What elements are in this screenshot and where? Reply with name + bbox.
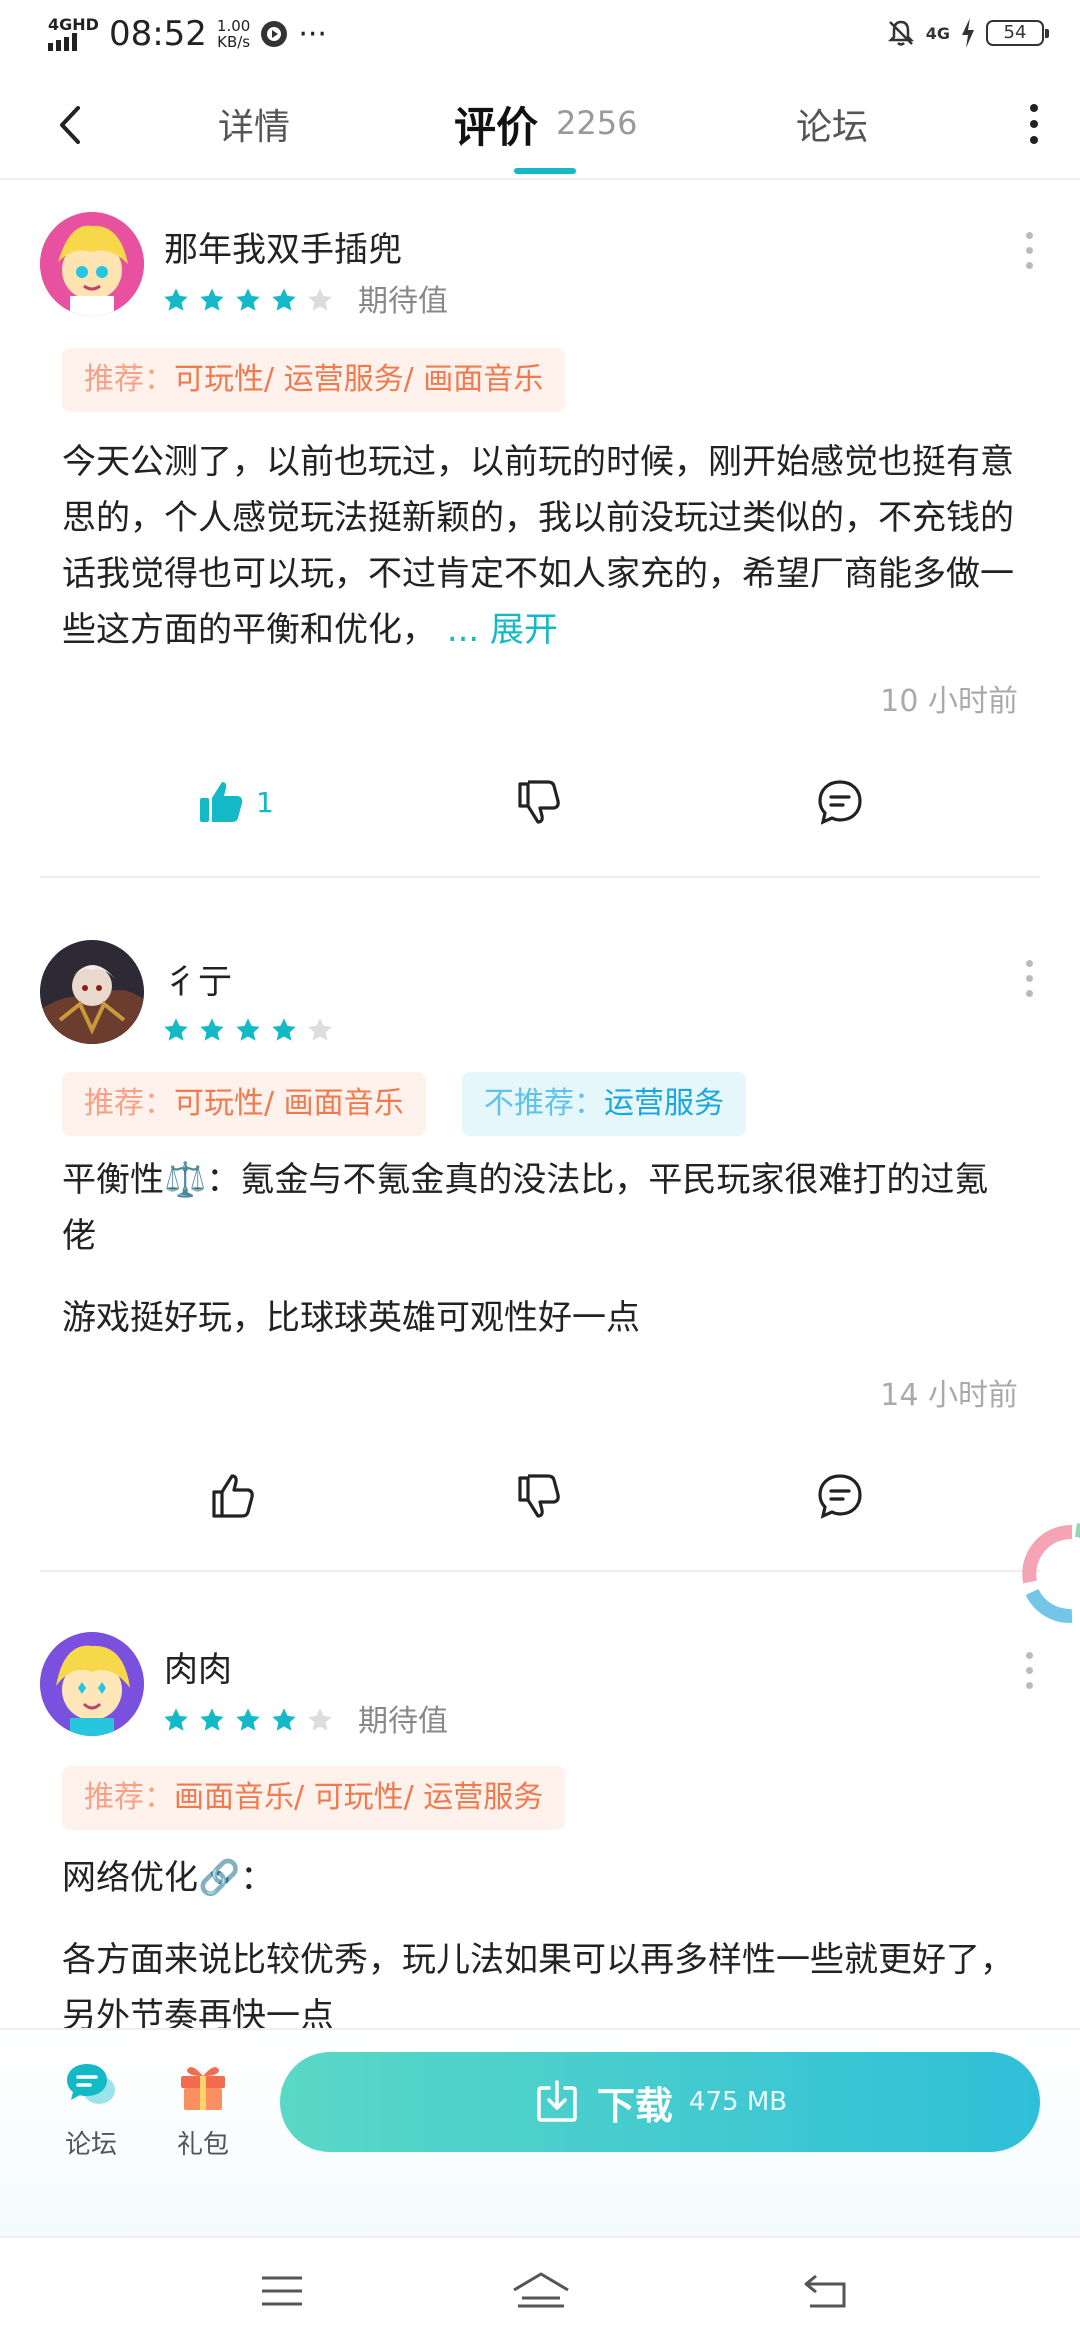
comment-bubble-icon — [818, 1474, 862, 1519]
like-button[interactable] — [208, 1466, 260, 1526]
more-vertical-icon[interactable] — [1028, 104, 1040, 148]
rating-stars — [162, 1016, 334, 1044]
comment-bubble-icon — [818, 780, 862, 825]
review-count: 2256 — [556, 104, 638, 142]
thumbs-up-icon — [212, 1474, 254, 1518]
username[interactable]: 那年我双手插兜 — [164, 222, 402, 271]
charging-bolt-icon — [962, 18, 974, 48]
like-count: 1 — [256, 785, 274, 819]
rating-stars — [162, 1706, 334, 1734]
recommend-tag: 推荐：可玩性/ 运营服务/ 画面音乐 — [62, 348, 566, 412]
top-nav: 详情 评价 2256 论坛 — [0, 72, 1080, 180]
forum-chat-icon — [67, 2064, 115, 2104]
review-card: 肉肉 期待值 推荐：画面音乐/ 可玩性/ 运营服务 网络优化🔗： 各方面来说比较… — [0, 1570, 1080, 2028]
star-filled-icon — [236, 288, 260, 311]
forum-button[interactable]: 论坛 — [46, 2058, 136, 2161]
review-time: 14 小时前 — [880, 1378, 1018, 1413]
review-text-secondary: 游戏挺好玩，比球球英雄可观性好一点 — [62, 1298, 640, 1338]
download-button[interactable]: 下载 475 MB — [280, 2052, 1040, 2152]
back-arrow-icon[interactable] — [52, 102, 92, 148]
thumbs-up-filled-icon — [200, 782, 243, 822]
review-text-secondary: 各方面来说比较优秀，玩儿法如果可以再多样性一些就更好了，另外节奏再快一点 — [62, 1940, 1014, 2028]
forum-label: 论坛 — [64, 2130, 117, 2160]
tab-reviews[interactable]: 评价 — [454, 94, 538, 155]
home-icon[interactable] — [510, 2268, 572, 2314]
star-filled-icon — [164, 1018, 188, 1041]
gift-button[interactable]: 礼包 — [158, 2058, 248, 2161]
tab-details[interactable]: 详情 — [218, 98, 290, 150]
dislike-button[interactable] — [514, 1466, 566, 1526]
mobile-data-indicator: 4G — [925, 23, 950, 43]
avatar[interactable] — [40, 940, 144, 1044]
back-icon[interactable] — [800, 2268, 852, 2314]
bottom-action-bar: 论坛 礼包 下载 475 MB — [0, 2028, 1080, 2236]
thumbs-down-icon — [518, 1474, 560, 1518]
review-time: 10 小时前 — [880, 684, 1018, 719]
star-empty-icon — [308, 288, 332, 311]
network-type: 4GHD — [48, 15, 99, 34]
not-recommend-tag: 不推荐：运营服务 — [462, 1072, 746, 1136]
gift-box-icon — [181, 2067, 225, 2110]
review-text: 今天公测了，以前也玩过，以前玩的时候，刚开始感觉也挺有意思的，个人感觉玩法挺新颖… — [62, 442, 1014, 650]
tab-forum[interactable]: 论坛 — [796, 98, 868, 150]
active-tab-indicator — [514, 168, 576, 174]
star-empty-icon — [308, 1018, 332, 1041]
thumbs-down-icon — [518, 780, 560, 824]
notification-more-icon: ··· — [298, 16, 327, 52]
floating-activity-ring-icon[interactable] — [1012, 1522, 1080, 1626]
battery-indicator: 54 — [986, 20, 1049, 46]
star-filled-icon — [164, 1708, 188, 1731]
star-filled-icon — [272, 1708, 296, 1731]
review-text: 网络优化🔗： — [62, 1858, 275, 1898]
expectation-label: 期待值 — [358, 284, 448, 319]
review-more-icon[interactable] — [1026, 232, 1036, 277]
mute-bell-icon — [887, 20, 914, 46]
download-size: 475 MB — [688, 2087, 788, 2117]
star-filled-icon — [200, 1018, 224, 1041]
rating-stars — [162, 286, 334, 314]
signal-indicator: 4GHD — [48, 17, 99, 51]
divider — [40, 876, 1040, 878]
star-filled-icon — [164, 288, 188, 311]
comment-button[interactable] — [814, 772, 866, 832]
expand-link[interactable]: ... 展开 — [447, 610, 558, 650]
recommend-tag: 推荐：画面音乐/ 可玩性/ 运营服务 — [62, 1766, 566, 1830]
like-button[interactable]: 1 — [196, 772, 274, 832]
star-filled-icon — [272, 1018, 296, 1041]
expectation-label: 期待值 — [358, 1704, 448, 1739]
gift-label: 礼包 — [176, 2130, 229, 2160]
avatar[interactable] — [40, 1632, 144, 1736]
review-card: 那年我双手插兜 期待值 推荐：可玩性/ 运营服务/ 画面音乐 今天公测了，以前也… — [0, 180, 1080, 880]
star-empty-icon — [308, 1708, 332, 1731]
review-more-icon[interactable] — [1026, 1652, 1036, 1697]
signal-bars-icon — [48, 33, 77, 51]
clock: 08:52 — [108, 14, 207, 54]
dislike-button[interactable] — [514, 772, 566, 832]
comment-button[interactable] — [814, 1466, 866, 1526]
download-label: 下载 — [596, 2083, 673, 2128]
star-filled-icon — [236, 1018, 260, 1041]
status-bar: 4GHD 08:52 1.00 KB/s ··· 4G 54 — [0, 0, 1080, 72]
media-play-icon — [261, 21, 288, 47]
star-filled-icon — [272, 288, 296, 311]
star-filled-icon — [200, 288, 224, 311]
system-nav-bar — [0, 2236, 1080, 2340]
review-actions — [0, 1466, 1080, 1546]
star-filled-icon — [200, 1708, 224, 1731]
review-text: 平衡性⚖️：氪金与不氪金真的没法比，平民玩家很难打的过氪佬 — [62, 1160, 989, 1256]
download-icon — [537, 2080, 577, 2122]
menu-icon[interactable] — [256, 2268, 308, 2314]
net-speed: 1.00 KB/s — [216, 17, 251, 51]
avatar[interactable] — [40, 212, 144, 316]
recommend-tag: 推荐：可玩性/ 画面音乐 — [62, 1072, 426, 1136]
star-filled-icon — [236, 1708, 260, 1731]
review-more-icon[interactable] — [1026, 960, 1036, 1005]
username[interactable]: 肉肉 — [164, 1642, 232, 1691]
review-card: 彳亍 推荐：可玩性/ 画面音乐 不推荐：运营服务 平衡性⚖️：氪金与不氪金真的没… — [0, 880, 1080, 1572]
review-actions: 1 — [0, 772, 1080, 852]
username[interactable]: 彳亍 — [164, 954, 232, 1003]
